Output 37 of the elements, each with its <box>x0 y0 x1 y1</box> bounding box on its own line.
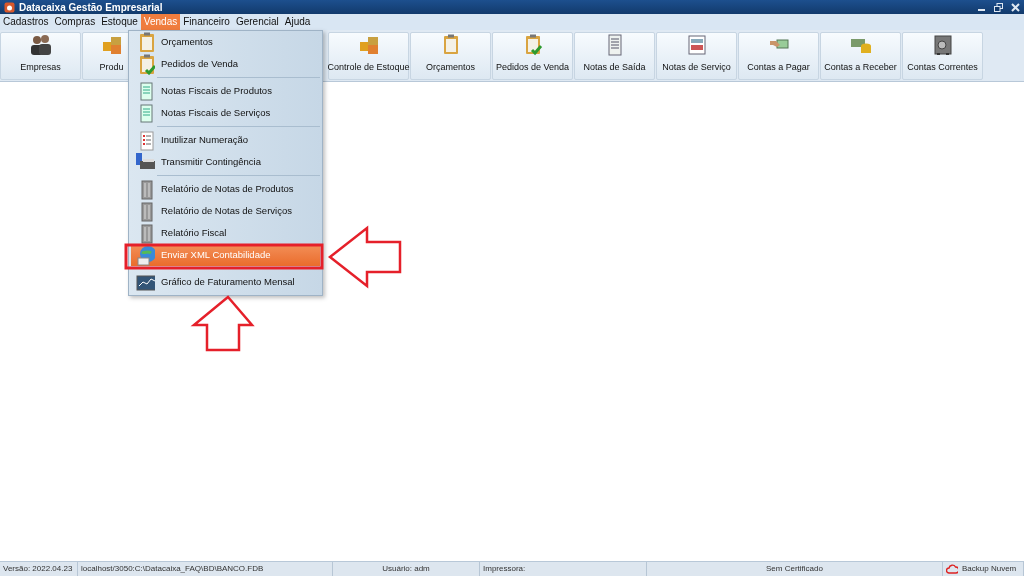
toolbar-button[interactable]: Orçamentos <box>410 32 491 80</box>
window-title: Datacaixa Gestão Empresarial <box>19 0 163 15</box>
toolbar-button[interactable]: Pedidos de Venda <box>492 32 573 80</box>
menu-item[interactable]: Notas Fiscais de Serviços <box>131 102 320 124</box>
status-text: Impressora: <box>483 563 526 575</box>
status-text: Versão: 2022.04.23 <box>3 563 73 575</box>
close-icon[interactable] <box>1011 2 1020 12</box>
menu-item[interactable]: Inutilizar Numeração <box>131 129 320 151</box>
toolbar-button[interactable]: Controle de Estoque <box>328 32 409 80</box>
status-text: Sem Certificado <box>766 563 823 575</box>
status-text: localhost/3050:C:\Datacaixa_FAQ\BD\BANCO.FDB <box>81 563 264 575</box>
globe-envelope-icon <box>135 244 155 266</box>
menu-item[interactable]: Notas Fiscais de Produtos <box>131 80 320 102</box>
cloud-icon <box>946 564 958 574</box>
app-logo-icon <box>4 1 15 13</box>
toolbar-button[interactable]: Empresas <box>0 32 81 80</box>
menu-item[interactable]: Financeiro <box>180 14 233 30</box>
status-text: Usuário: adm <box>382 563 430 575</box>
status-text: Backup Nuvem <box>962 563 1017 575</box>
restore-icon[interactable] <box>994 2 1003 12</box>
menu-item[interactable]: Transmitir Contingência <box>131 151 320 173</box>
menu-item[interactable]: Relatório de Notas de Serviços <box>131 200 320 222</box>
toolbar-button[interactable]: Notas de Saída <box>574 32 655 80</box>
menu-item[interactable]: Relatório de Notas de Produtos <box>131 178 320 200</box>
up-arrow-annotation <box>190 295 255 352</box>
menu-item[interactable]: Gráfico de Faturamento Mensal <box>131 271 320 293</box>
menu-item[interactable]: Compras <box>51 14 99 30</box>
toolbar-button[interactable]: Contas a Receber <box>820 32 901 80</box>
menu-item[interactable]: Estoque <box>98 14 141 30</box>
toolbar-button[interactable]: Contas Correntes <box>902 32 983 80</box>
menu-item[interactable]: Cadastros <box>0 14 52 30</box>
toolbar-button[interactable]: Contas a Pagar <box>738 32 819 80</box>
menu-item[interactable]: Relatório Fiscal <box>131 222 320 244</box>
menu-item[interactable]: Ajuda <box>281 14 314 30</box>
menu-item[interactable]: Gerencial <box>232 14 282 30</box>
toolbar-button[interactable]: Notas de Serviço <box>656 32 737 80</box>
people-icon <box>28 32 53 57</box>
